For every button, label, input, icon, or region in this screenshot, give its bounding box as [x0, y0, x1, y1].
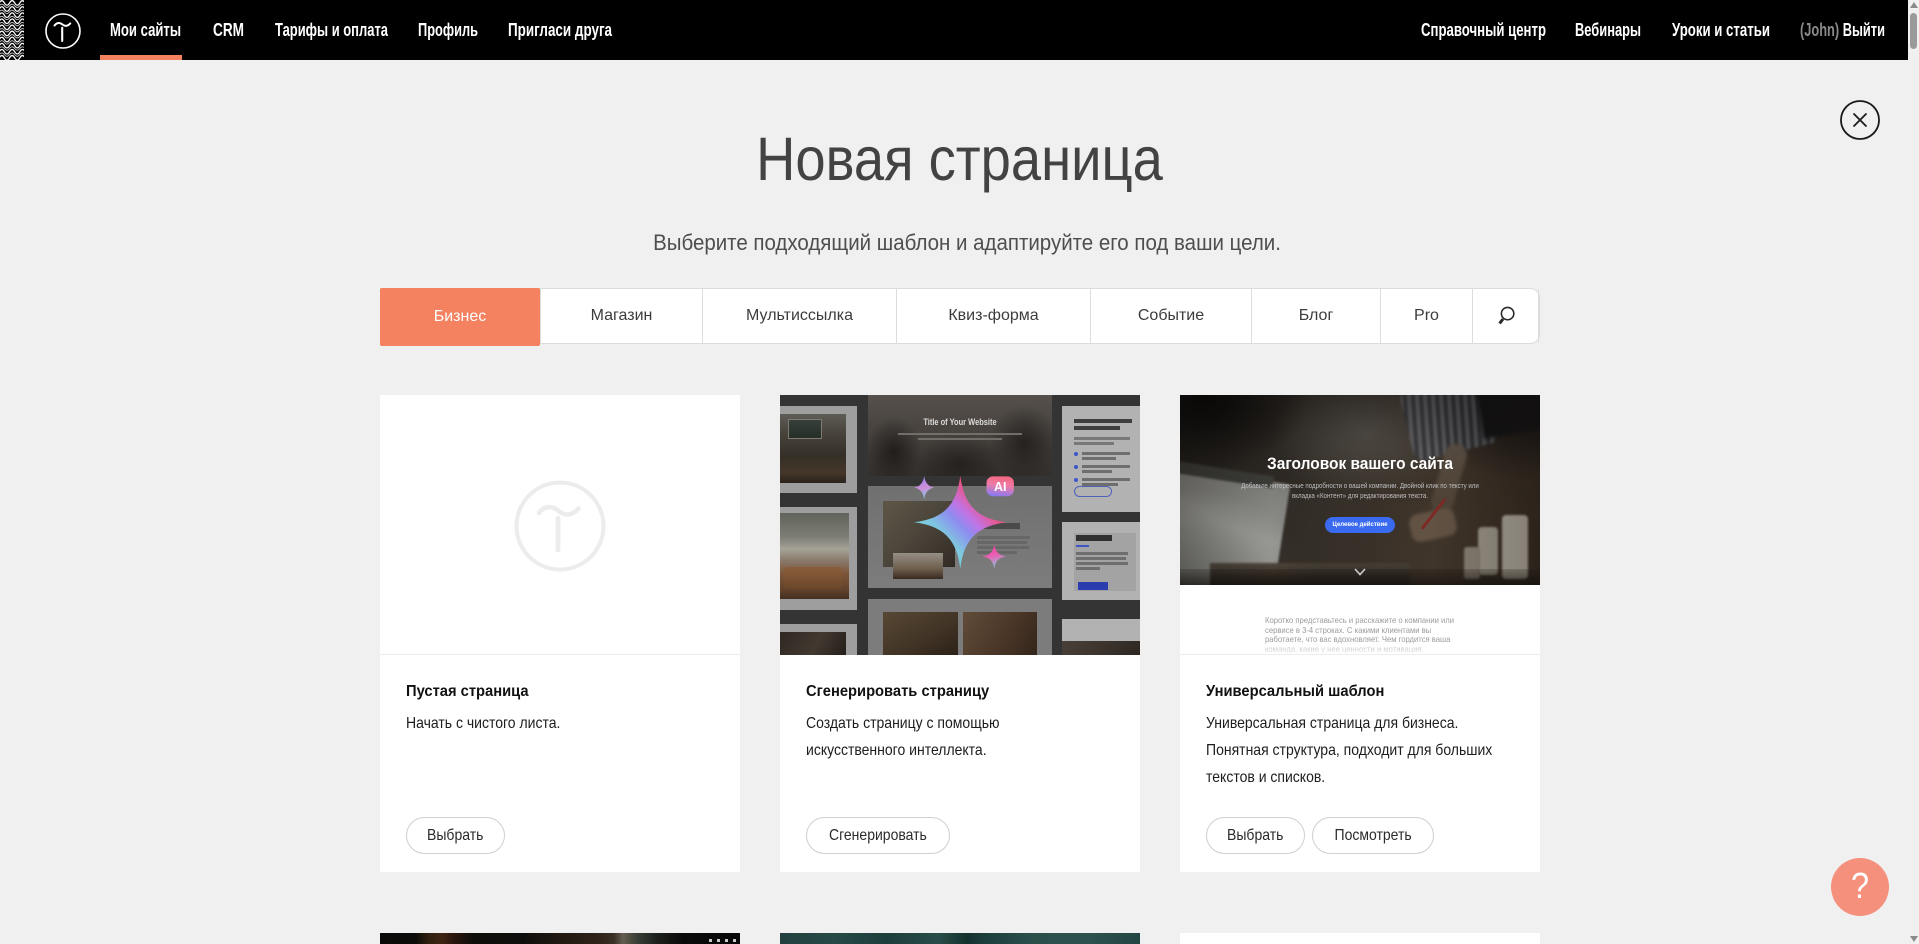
- svg-text:AI: AI: [994, 480, 1007, 494]
